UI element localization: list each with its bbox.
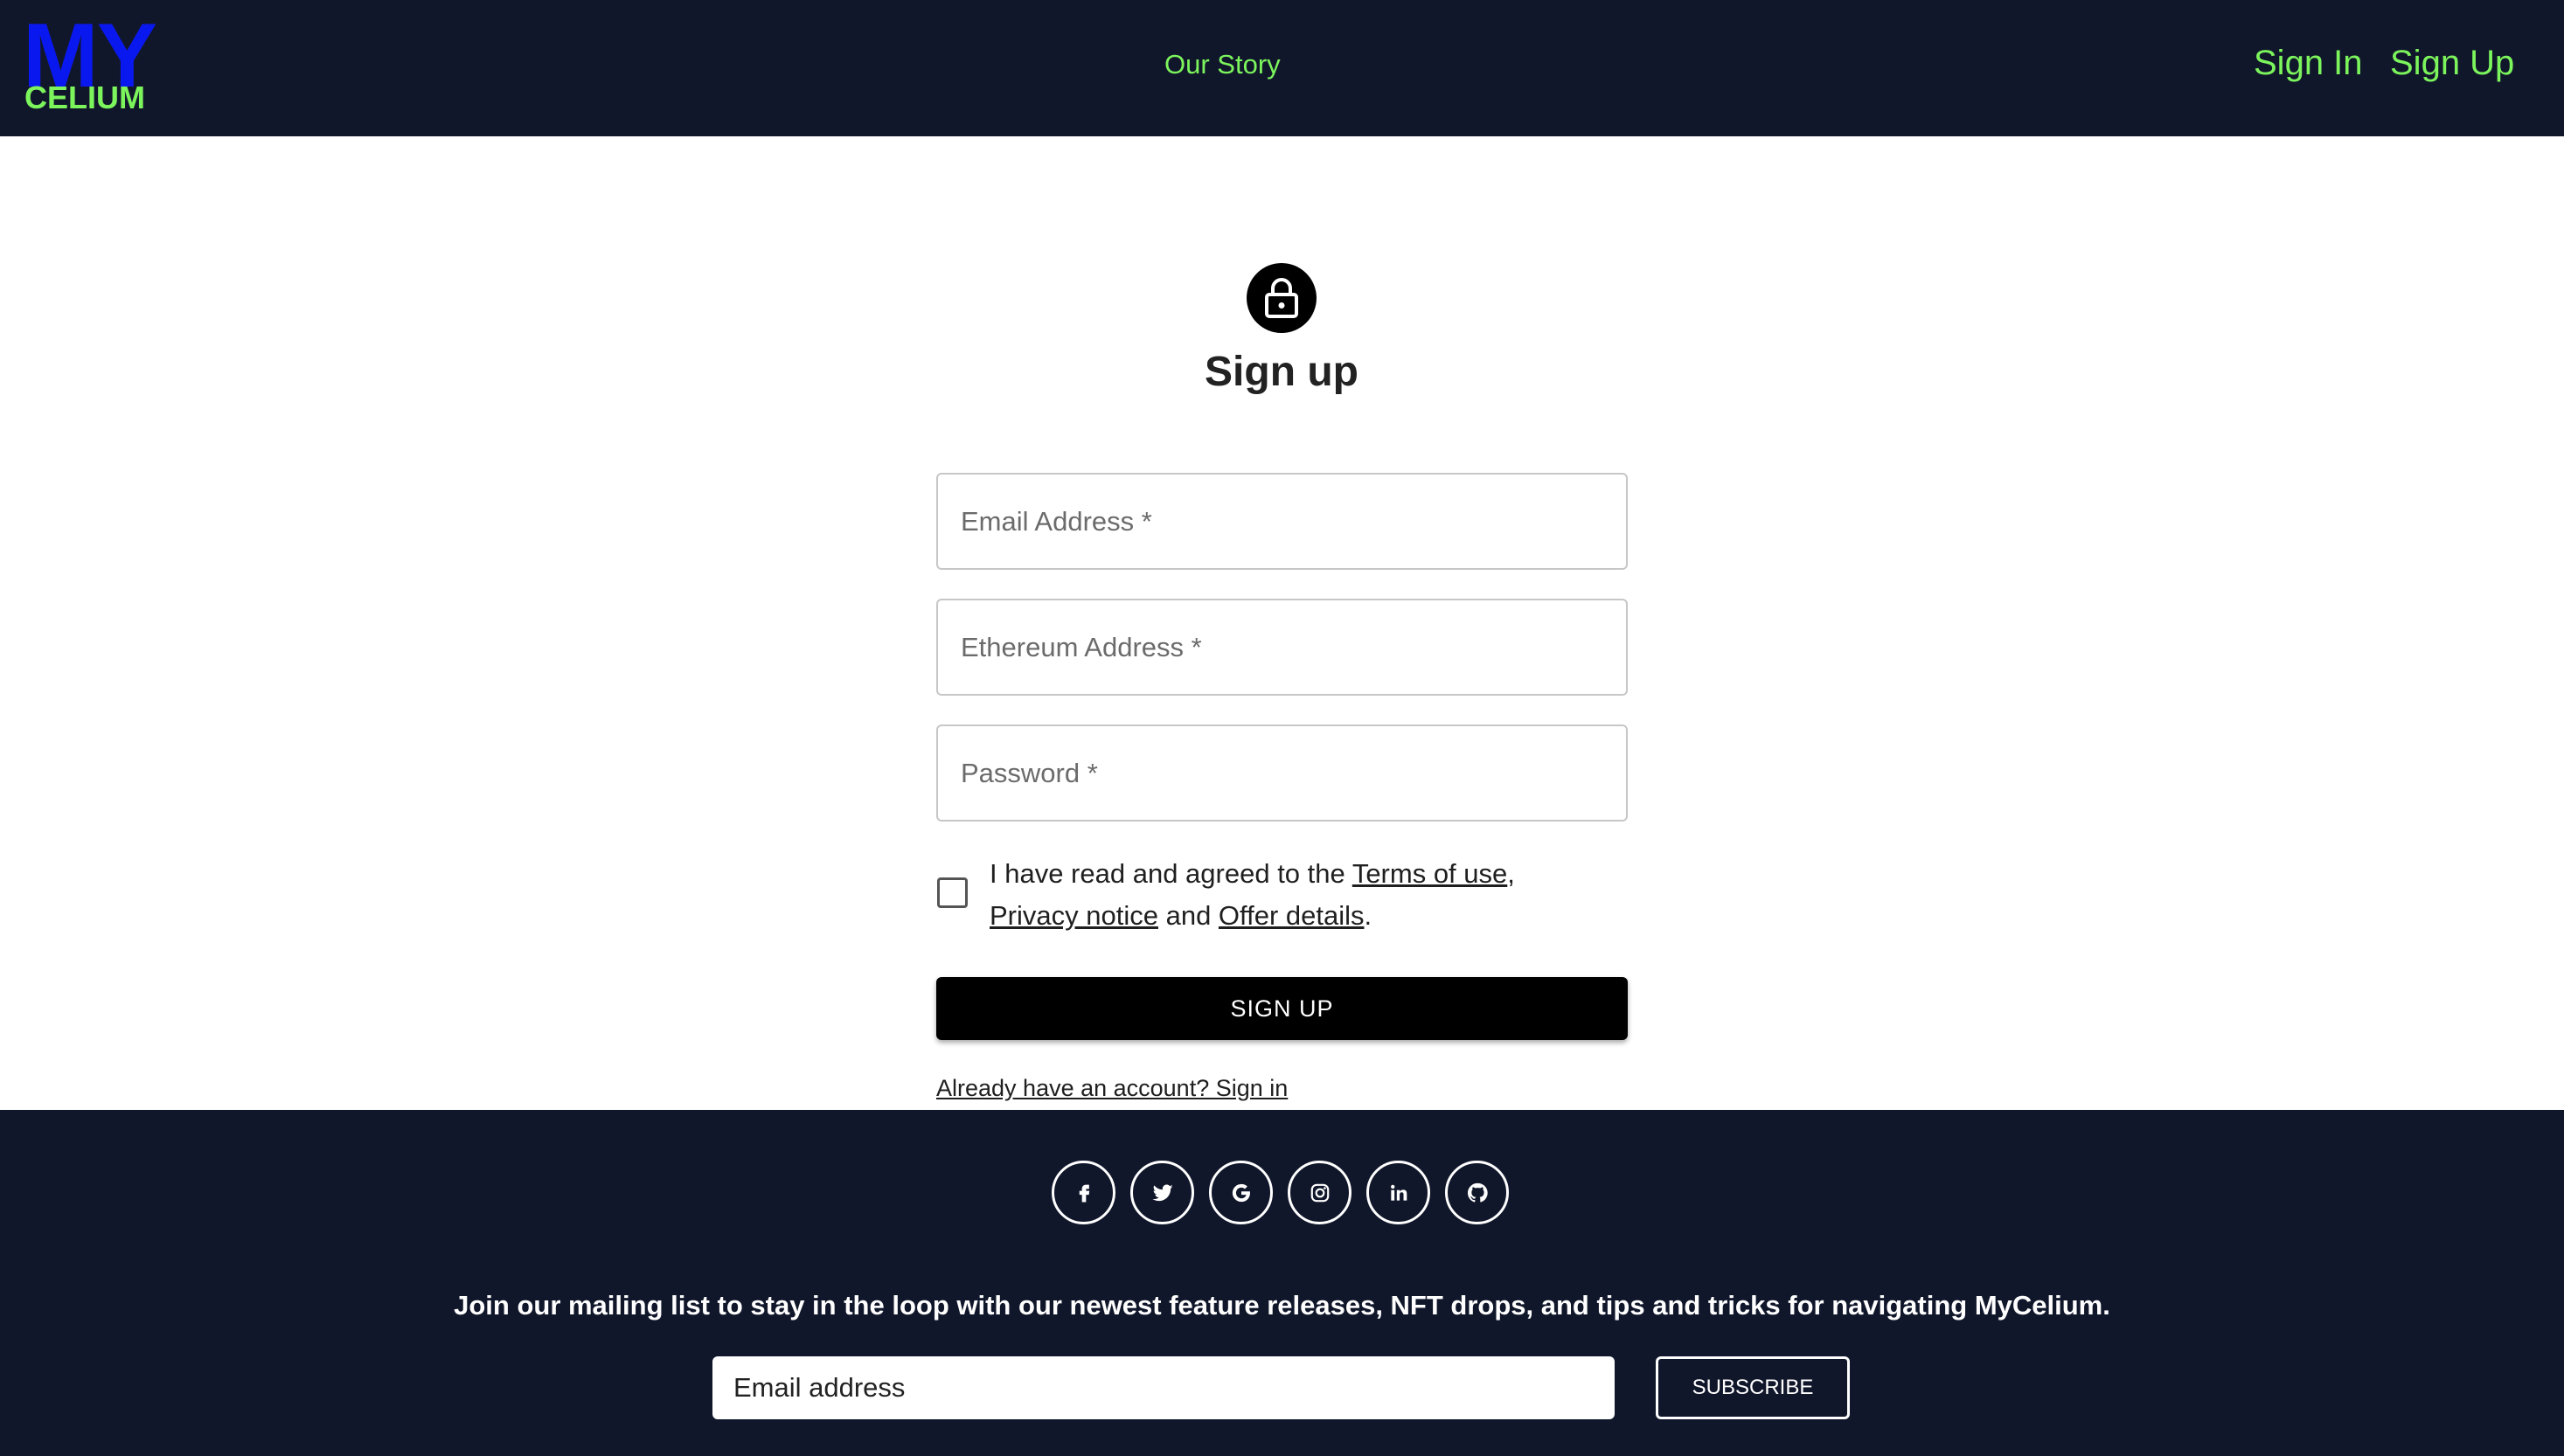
twitter-icon [1151,1183,1173,1201]
terms-of-use-link[interactable]: Terms of use [1352,858,1507,889]
sign-up-button[interactable]: SIGN UP [936,977,1628,1040]
consent-and: and [1157,900,1219,931]
consent-prefix: I have read and agreed to the [990,858,1352,889]
subscribe-button[interactable]: SUBSCRIBE [1656,1356,1850,1419]
google-button[interactable] [1209,1161,1273,1224]
linkedin-button[interactable] [1366,1161,1430,1224]
instagram-icon [1310,1183,1329,1202]
consent-period: . [1364,900,1372,931]
facebook-icon [1079,1184,1089,1202]
lock-icon [1265,278,1298,318]
google-icon [1232,1183,1250,1202]
email-field [936,473,1628,570]
password-field [936,725,1628,822]
facebook-button[interactable] [1052,1161,1115,1224]
mailing-list-text: Join our mailing list to stay in the loo… [454,1290,2110,1321]
already-have-account-link[interactable]: Already have an account? Sign in [936,1075,1288,1102]
password-input[interactable] [961,726,1599,820]
nav-sign-up-link[interactable]: Sign Up [2390,44,2514,83]
nav-our-story-link[interactable]: Our Story [1164,49,1281,80]
page-title: Sign up [1205,349,1358,395]
offer-details-link[interactable]: Offer details [1219,900,1365,931]
privacy-notice-link[interactable]: Privacy notice [990,900,1158,931]
footer: Join our mailing list to stay in the loo… [0,1110,2564,1456]
instagram-button[interactable] [1288,1161,1351,1224]
logo-celium-text: CELIUM [24,80,145,115]
nav-sign-in-link[interactable]: Sign In [2254,44,2363,83]
github-icon [1467,1182,1488,1203]
mycelium-logo[interactable]: MY CELIUM [23,10,180,117]
terms-checkbox[interactable] [937,877,968,908]
email-input[interactable] [961,475,1599,568]
consent-comma: , [1507,858,1515,889]
newsletter-email-field [712,1356,1615,1419]
ethereum-field [936,599,1628,696]
twitter-button[interactable] [1130,1161,1194,1224]
linkedin-icon [1390,1184,1407,1201]
consent-text: I have read and agreed to the Terms of u… [990,853,1602,937]
github-button[interactable] [1445,1161,1509,1224]
lock-icon-avatar [1247,263,1317,333]
ethereum-address-input[interactable] [961,600,1599,694]
newsletter-email-input[interactable] [733,1358,1599,1418]
top-nav: MY CELIUM Our Story Sign In Sign Up [0,0,2564,136]
